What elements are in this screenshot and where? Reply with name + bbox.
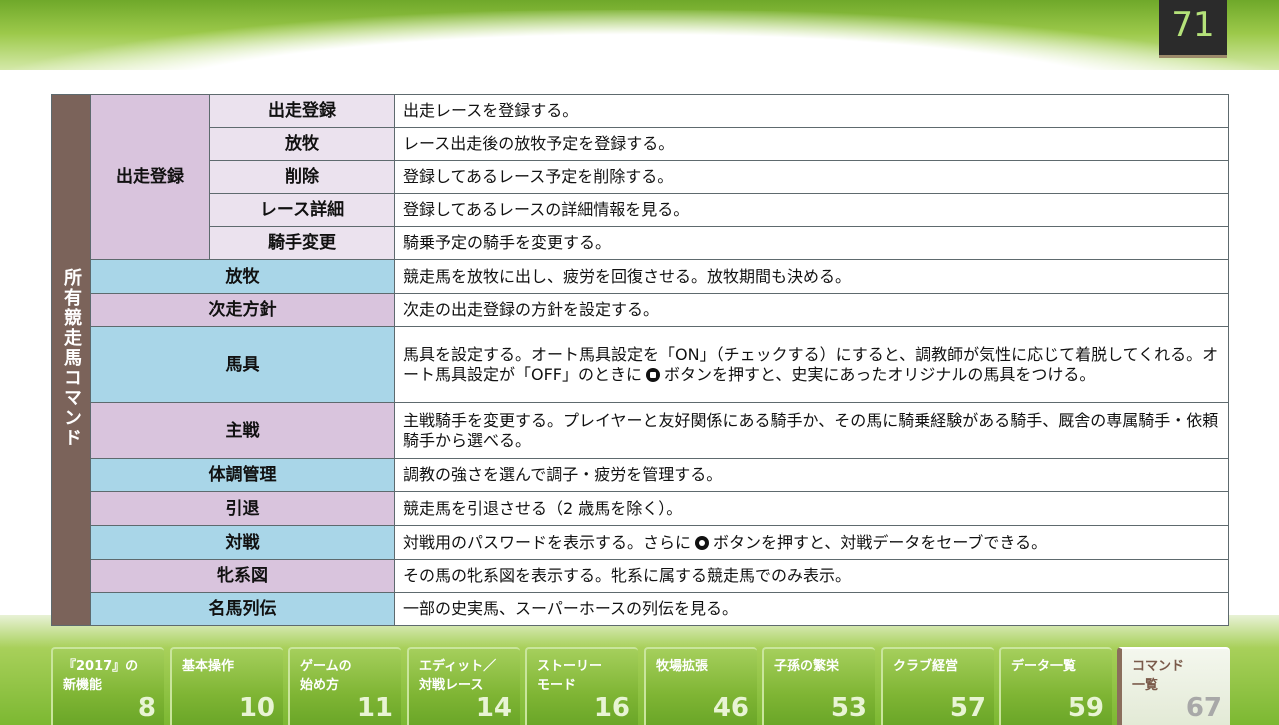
subcommand-name: レース詳細 xyxy=(209,193,395,227)
command-name: 名馬列伝 xyxy=(90,592,395,626)
command-desc: 競走馬を引退させる（2 歳馬を除く）。 xyxy=(394,491,1229,526)
tab-page-number: 16 xyxy=(593,693,630,723)
tab-basic-controls[interactable]: 基本操作 10 xyxy=(170,647,283,725)
tab-label: クラブ経営 xyxy=(893,659,959,674)
subcommand-name: 騎手変更 xyxy=(209,226,395,260)
tab-ranch-expansion[interactable]: 牧場拡張 46 xyxy=(644,647,757,725)
tab-descendants[interactable]: 子孫の繁栄 53 xyxy=(762,647,875,725)
subcommand-desc: レース出走後の放牧予定を登録する。 xyxy=(394,127,1229,161)
command-name: 主戦 xyxy=(90,402,395,459)
command-desc: 調教の強さを選んで調子・疲労を管理する。 xyxy=(394,458,1229,492)
tab-new-features[interactable]: 『2017』の 新機能 8 xyxy=(51,647,164,725)
tab-data-list[interactable]: データ一覧 59 xyxy=(999,647,1112,725)
tab-label: 牧場拡張 xyxy=(656,659,709,674)
tab-label: コマンド 一覧 xyxy=(1132,659,1185,693)
tab-page-number: 57 xyxy=(949,693,986,723)
table-row: 放牧 競走馬を放牧に出し、疲労を回復させる。放牧期間も決める。 xyxy=(52,259,1229,294)
table-row: 引退 競走馬を引退させる（2 歳馬を除く）。 xyxy=(52,491,1229,526)
section-label: 所有競走馬コマンド xyxy=(61,267,82,448)
command-name: 対戦 xyxy=(90,525,395,560)
command-name: 次走方針 xyxy=(90,293,395,327)
command-table: 所有競走馬コマンド 出走登録 出走登録 出走レースを登録する。 放牧 レース出走… xyxy=(51,94,1229,626)
command-name: 牝系図 xyxy=(90,559,395,593)
table-row: 次走方針 次走の出走登録の方針を設定する。 xyxy=(52,293,1229,327)
subcommand-name: 放牧 xyxy=(209,127,395,161)
command-desc: 一部の史実馬、スーパーホースの列伝を見る。 xyxy=(394,592,1229,626)
desc-text: ボタンを押すと、史実にあったオリジナルの馬具をつける。 xyxy=(664,364,1096,384)
tab-label: データ一覧 xyxy=(1011,659,1077,674)
table-row: 馬具 馬具を設定する。オート馬具設定を「ON」（チェックする）にすると、調教師が… xyxy=(52,326,1229,403)
tab-label: 子孫の繁栄 xyxy=(774,659,840,674)
tab-page-number: 53 xyxy=(830,693,867,723)
command-desc: 馬具を設定する。オート馬具設定を「ON」（チェックする）にすると、調教師が気性に… xyxy=(394,326,1229,403)
table-row: 所有競走馬コマンド 出走登録 出走登録 出走レースを登録する。 xyxy=(51,94,1229,626)
tab-label: 『2017』の 新機能 xyxy=(63,659,139,693)
subcommand-desc: 登録してあるレース予定を削除する。 xyxy=(394,160,1229,194)
tab-page-number: 10 xyxy=(238,693,275,723)
command-name: 引退 xyxy=(90,491,395,526)
tab-page-number: 8 xyxy=(137,693,156,723)
tab-page-number: 11 xyxy=(356,693,393,723)
tab-page-number: 14 xyxy=(475,693,512,723)
table-row: 名馬列伝 一部の史実馬、スーパーホースの列伝を見る。 xyxy=(52,592,1229,626)
table-row: 放牧 レース出走後の放牧予定を登録する。 xyxy=(52,127,1229,161)
table-row: 対戦 対戦用のパスワードを表示する。さらに ボタンを押すと、対戦データをセーブでき… xyxy=(52,525,1229,560)
tab-label: ストーリー モード xyxy=(537,659,603,693)
command-desc: 対戦用のパスワードを表示する。さらに ボタンを押すと、対戦データをセーブできる。 xyxy=(394,525,1229,560)
table-row: 騎手変更 騎乗予定の騎手を変更する。 xyxy=(52,226,1229,260)
tab-label: エディット／ 対戦レース xyxy=(419,659,497,693)
command-desc: 競走馬を放牧に出し、疲労を回復させる。放牧期間も決める。 xyxy=(394,259,1229,294)
chapter-tabs: 『2017』の 新機能 8 基本操作 10 ゲームの 始め方 11 エディット／ 対戦… xyxy=(51,647,1230,725)
command-desc: その馬の牝系図を表示する。牝系に属する競走馬でのみ表示。 xyxy=(394,559,1229,593)
table-row: 体調管理 調教の強さを選んで調子・疲労を管理する。 xyxy=(52,458,1229,492)
table-row: 主戦 主戦騎手を変更する。プレイヤーと友好関係にある騎手か、その馬に騎乗経験があ… xyxy=(52,402,1229,459)
tab-story-mode[interactable]: ストーリー モード 16 xyxy=(525,647,638,725)
command-name: 体調管理 xyxy=(90,458,395,492)
subcommand-name: 削除 xyxy=(209,160,395,194)
page-number: 71 xyxy=(1159,0,1227,58)
circle-button-icon xyxy=(695,535,710,550)
subcommand-desc: 騎乗予定の騎手を変更する。 xyxy=(394,226,1229,260)
command-name: 馬具 xyxy=(90,326,395,403)
table-row: 削除 登録してあるレース予定を削除する。 xyxy=(52,160,1229,194)
desc-text: 対戦用のパスワードを表示する。さらに xyxy=(403,532,692,552)
subcommand-desc: 出走レースを登録する。 xyxy=(394,94,1229,128)
square-button-icon xyxy=(646,367,661,382)
desc-text: ボタンを押すと、対戦データをセーブできる。 xyxy=(713,532,1048,552)
tab-getting-started[interactable]: ゲームの 始め方 11 xyxy=(288,647,401,725)
tab-page-number: 59 xyxy=(1067,693,1104,723)
table-row: 牝系図 その馬の牝系図を表示する。牝系に属する競走馬でのみ表示。 xyxy=(52,559,1229,593)
group-label: 出走登録 xyxy=(90,94,210,260)
section-label-cell: 所有競走馬コマンド xyxy=(51,94,91,626)
tab-label: ゲームの 始め方 xyxy=(300,659,352,693)
command-desc: 主戦騎手を変更する。プレイヤーと友好関係にある騎手か、その馬に騎乗経験がある騎手… xyxy=(394,402,1229,459)
table-row: レース詳細 登録してあるレースの詳細情報を見る。 xyxy=(52,193,1229,227)
tab-label: 基本操作 xyxy=(182,659,235,674)
tab-command-list[interactable]: コマンド 一覧 67 xyxy=(1117,647,1230,725)
command-desc: 次走の出走登録の方針を設定する。 xyxy=(394,293,1229,327)
tab-edit-versus[interactable]: エディット／ 対戦レース 14 xyxy=(407,647,520,725)
subcommand-name: 出走登録 xyxy=(209,94,395,128)
subcommand-desc: 登録してあるレースの詳細情報を見る。 xyxy=(394,193,1229,227)
tab-club-management[interactable]: クラブ経営 57 xyxy=(881,647,994,725)
tab-page-number: 67 xyxy=(1185,693,1222,723)
tab-page-number: 46 xyxy=(712,693,749,723)
command-name: 放牧 xyxy=(90,259,395,294)
